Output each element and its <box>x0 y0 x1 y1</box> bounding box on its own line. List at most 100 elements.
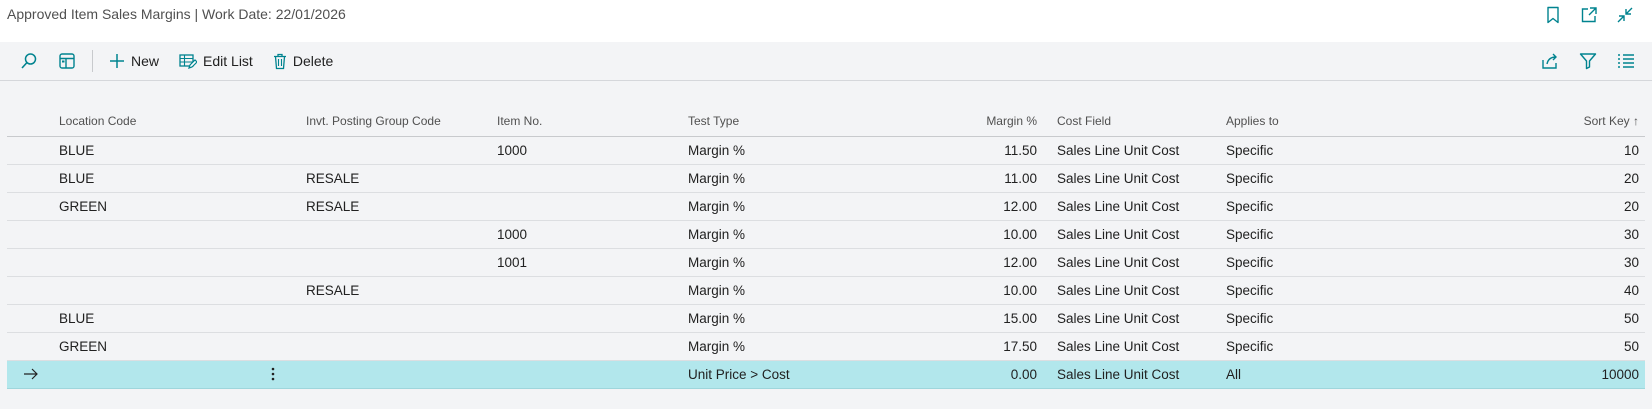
filter-icon[interactable] <box>1576 48 1600 74</box>
edit-list-icon <box>179 53 198 69</box>
cell-applies-to[interactable]: Specific <box>1226 339 1273 354</box>
column-header-cost-field[interactable]: Cost Field <box>1057 114 1111 128</box>
cell-test-type[interactable]: Margin % <box>688 227 745 242</box>
cell-posting-group[interactable]: RESALE <box>306 171 359 186</box>
table-row[interactable]: BLUE 1000 Margin % 11.50 Sales Line Unit… <box>7 137 1645 165</box>
column-header-test-type[interactable]: Test Type <box>688 114 739 128</box>
cell-margin[interactable]: 11.00 <box>1004 171 1037 186</box>
cell-location-code[interactable]: BLUE <box>59 171 94 186</box>
cell-margin[interactable]: 12.00 <box>1003 255 1037 270</box>
column-header-item-no[interactable]: Item No. <box>497 114 542 128</box>
cell-sort-key[interactable]: 50 <box>1624 339 1639 354</box>
cell-applies-to[interactable]: All <box>1226 367 1241 382</box>
cell-test-type[interactable]: Margin % <box>688 199 745 214</box>
column-header-margin[interactable]: Margin % <box>986 114 1037 128</box>
collapse-icon[interactable] <box>1614 4 1636 26</box>
cell-location-code[interactable]: BLUE <box>59 311 94 326</box>
cell-applies-to[interactable]: Specific <box>1226 199 1273 214</box>
cell-sort-key[interactable]: 40 <box>1624 283 1639 298</box>
list-view-icon[interactable] <box>1614 48 1638 74</box>
cell-cost-field[interactable]: Sales Line Unit Cost <box>1057 143 1179 158</box>
cell-test-type[interactable]: Margin % <box>688 339 745 354</box>
cell-sort-key[interactable]: 30 <box>1624 255 1639 270</box>
cell-posting-group[interactable]: RESALE <box>306 283 359 298</box>
cell-sort-key[interactable]: 30 <box>1624 227 1639 242</box>
cell-test-type[interactable]: Margin % <box>688 171 745 186</box>
table-row[interactable]: BLUE Margin % 15.00 Sales Line Unit Cost… <box>7 305 1645 333</box>
plus-icon <box>109 53 125 69</box>
table-row[interactable]: 1000 Margin % 10.00 Sales Line Unit Cost… <box>7 221 1645 249</box>
cell-item-no[interactable]: 1001 <box>497 255 527 270</box>
cell-item-no[interactable]: 1000 <box>497 227 527 242</box>
cell-sort-key[interactable]: 20 <box>1624 171 1639 186</box>
cell-margin[interactable]: 12.00 <box>1003 199 1037 214</box>
column-header-applies-to[interactable]: Applies to <box>1226 114 1279 128</box>
row-actions-menu-icon[interactable] <box>267 365 279 383</box>
cell-cost-field[interactable]: Sales Line Unit Cost <box>1057 339 1179 354</box>
cell-sort-key[interactable]: 10 <box>1624 143 1639 158</box>
cell-margin[interactable]: 0.00 <box>1011 367 1037 382</box>
sort-ascending-icon: ↑ <box>1633 114 1639 128</box>
cell-test-type[interactable]: Margin % <box>688 311 745 326</box>
search-icon <box>20 52 38 70</box>
cell-cost-field[interactable]: Sales Line Unit Cost <box>1057 283 1179 298</box>
cell-cost-field[interactable]: Sales Line Unit Cost <box>1057 199 1179 214</box>
cell-sort-key[interactable]: 50 <box>1624 311 1639 326</box>
cell-applies-to[interactable]: Specific <box>1226 255 1273 270</box>
action-bar: New Edit List Delete <box>0 42 1652 81</box>
cell-test-type[interactable]: Unit Price > Cost <box>688 367 790 382</box>
cell-test-type[interactable]: Margin % <box>688 143 745 158</box>
cell-location-code[interactable]: GREEN <box>59 339 107 354</box>
cell-margin[interactable]: 11.50 <box>1004 143 1037 158</box>
table-row[interactable]: GREEN RESALE Margin % 12.00 Sales Line U… <box>7 193 1645 221</box>
cell-margin[interactable]: 10.00 <box>1003 283 1037 298</box>
cell-margin[interactable]: 17.50 <box>1003 339 1037 354</box>
table-row[interactable]: GREEN Margin % 17.50 Sales Line Unit Cos… <box>7 333 1645 361</box>
cell-posting-group[interactable]: RESALE <box>306 199 359 214</box>
cell-item-no[interactable]: 1000 <box>497 143 527 158</box>
column-header-posting-group[interactable]: Invt. Posting Group Code <box>306 114 441 128</box>
table-row-selected[interactable]: Unit Price > Cost 0.00 Sales Line Unit C… <box>7 361 1645 389</box>
cell-test-type[interactable]: Margin % <box>688 255 745 270</box>
table-row[interactable]: BLUE RESALE Margin % 11.00 Sales Line Un… <box>7 165 1645 193</box>
cell-location-code[interactable]: GREEN <box>59 199 107 214</box>
cell-margin[interactable]: 15.00 <box>1003 311 1037 326</box>
cell-cost-field[interactable]: Sales Line Unit Cost <box>1057 171 1179 186</box>
table-header: Location Code Invt. Posting Group Code I… <box>7 106 1645 137</box>
new-button-label: New <box>131 53 160 69</box>
page-header: Approved Item Sales Margins | Work Date:… <box>0 0 1652 42</box>
cell-applies-to[interactable]: Specific <box>1226 143 1273 158</box>
cell-cost-field[interactable]: Sales Line Unit Cost <box>1057 255 1179 270</box>
cell-applies-to[interactable]: Specific <box>1226 311 1273 326</box>
share-icon[interactable] <box>1538 48 1562 74</box>
edit-list-button-label: Edit List <box>203 53 253 69</box>
edit-list-button[interactable]: Edit List <box>173 48 259 74</box>
cell-cost-field[interactable]: Sales Line Unit Cost <box>1057 311 1179 326</box>
new-button[interactable]: New <box>103 48 165 74</box>
table-view-button[interactable] <box>52 48 82 74</box>
cell-applies-to[interactable]: Specific <box>1226 171 1273 186</box>
delete-button-label: Delete <box>292 53 334 69</box>
table-row[interactable]: RESALE Margin % 10.00 Sales Line Unit Co… <box>7 277 1645 305</box>
sort-key-label: Sort Key <box>1583 114 1630 128</box>
cell-cost-field[interactable]: Sales Line Unit Cost <box>1057 367 1179 382</box>
cell-location-code[interactable]: BLUE <box>59 143 94 158</box>
margins-table: Location Code Invt. Posting Group Code I… <box>7 106 1645 389</box>
cell-test-type[interactable]: Margin % <box>688 283 745 298</box>
current-row-arrow-icon <box>23 367 39 381</box>
cell-sort-key[interactable]: 20 <box>1624 199 1639 214</box>
bookmark-icon[interactable] <box>1542 4 1564 26</box>
cell-cost-field[interactable]: Sales Line Unit Cost <box>1057 227 1179 242</box>
delete-button[interactable]: Delete <box>267 48 339 74</box>
cell-applies-to[interactable]: Specific <box>1226 227 1273 242</box>
cell-applies-to[interactable]: Specific <box>1226 283 1273 298</box>
window-controls <box>1542 4 1636 26</box>
page-title: Approved Item Sales Margins | Work Date:… <box>7 6 346 22</box>
search-button[interactable] <box>14 48 44 74</box>
cell-sort-key[interactable]: 10000 <box>1601 367 1639 382</box>
column-header-sort-key[interactable]: Sort Key ↑ <box>1584 114 1639 128</box>
cell-margin[interactable]: 10.00 <box>1003 227 1037 242</box>
open-in-new-window-icon[interactable] <box>1578 4 1600 26</box>
table-row[interactable]: 1001 Margin % 12.00 Sales Line Unit Cost… <box>7 249 1645 277</box>
column-header-location-code[interactable]: Location Code <box>59 114 136 128</box>
